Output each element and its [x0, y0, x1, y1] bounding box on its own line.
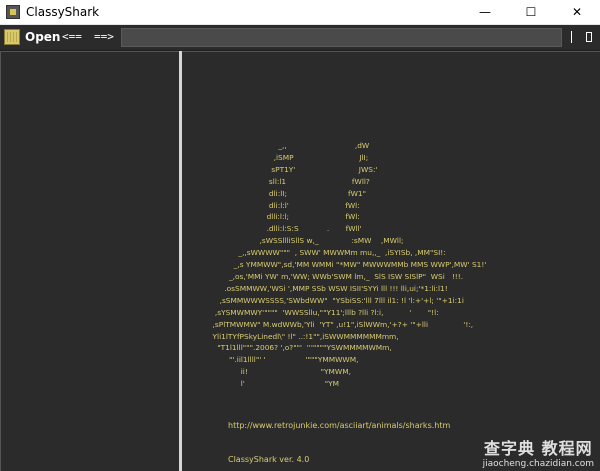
- maximize-button[interactable]: ☐: [508, 0, 554, 24]
- class-tree-panel[interactable]: [0, 51, 179, 471]
- window-titlebar[interactable]: ClassyShark — ☐ ✕: [0, 0, 600, 25]
- content-panel[interactable]: _,, ,dW ,iSMP JlI; sPT1Y' JWS:' sll:l1 f…: [182, 51, 600, 471]
- window-controls: — ☐ ✕: [462, 0, 600, 24]
- maximize-icon: ☐: [525, 5, 537, 19]
- toolbar-separator: [571, 31, 572, 43]
- close-icon: ✕: [571, 5, 583, 19]
- watermark-logo: 查字典 教程网 jiaocheng.chazidian.com: [483, 435, 594, 469]
- watermark-title: 查字典 教程网: [484, 439, 593, 458]
- panel-toggle-icon[interactable]: [586, 32, 592, 42]
- ascii-shark-art: _,, ,dW ,iSMP JlI; sPT1Y' JWS:' sll:l1 f…: [212, 141, 487, 389]
- version-label: ClassyShark ver. 4.0: [228, 455, 310, 464]
- open-file-icon[interactable]: [4, 29, 20, 45]
- ascii-art-source-url: http://www.retrojunkie.com/asciiart/anim…: [228, 421, 451, 430]
- search-input[interactable]: [121, 28, 562, 47]
- watermark-url: jiaocheng.chazidian.com: [482, 459, 594, 469]
- close-button[interactable]: ✕: [554, 0, 600, 24]
- window-title: ClassyShark: [26, 5, 100, 19]
- back-button[interactable]: <==: [62, 30, 82, 43]
- forward-button[interactable]: ==>: [94, 30, 114, 43]
- minimize-icon: —: [479, 5, 491, 19]
- open-button[interactable]: Open: [25, 30, 60, 44]
- app-icon: [6, 5, 20, 19]
- minimize-button[interactable]: —: [462, 0, 508, 24]
- toolbar: Open <== ==>: [0, 25, 600, 51]
